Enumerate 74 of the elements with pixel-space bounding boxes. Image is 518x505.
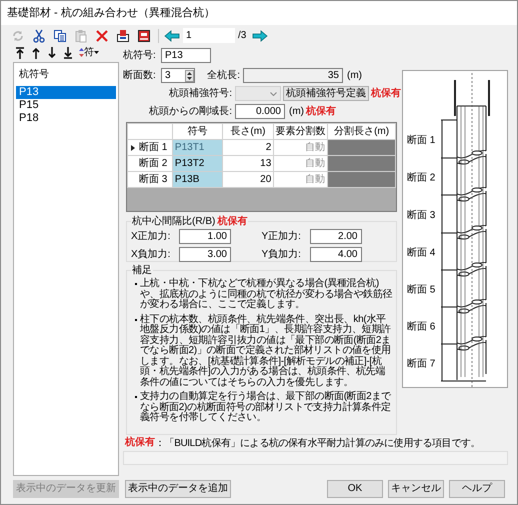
- import-icon[interactable]: [116, 28, 130, 42]
- group-title: 杭中心間隔比(R/B): [132, 214, 216, 229]
- list-header: 杭符号: [18, 68, 50, 82]
- note-text: 支持力の自動算定を行う場合は、最下部の断面(断面2までなら断面2)の杭断面符号の部材リストで支持力計算条件定義符号を付帯してください。: [140, 392, 392, 424]
- column-header: 分割長さ(m): [328, 124, 396, 140]
- copy-icon[interactable]: [53, 28, 67, 42]
- dialog-button[interactable]: 表示中のデータを追加: [125, 480, 231, 498]
- table-cell[interactable]: 20: [222, 172, 274, 188]
- arrow-up-icon[interactable]: [31, 46, 41, 58]
- page-field[interactable]: 1: [183, 28, 235, 43]
- window-title: 基礎部材 - 杭の組み合わせ（異種混合杭）: [7, 6, 215, 21]
- list-item[interactable]: P13: [16, 86, 116, 99]
- dialog-button[interactable]: ヘルプ: [449, 480, 505, 498]
- field-label: 杭頭からの剛域長:: [148, 104, 233, 119]
- input-field[interactable]: P13: [161, 48, 211, 63]
- section-label: 断面 7: [407, 358, 436, 370]
- field-label: Y正加力:: [262, 230, 302, 244]
- sort-icon: [79, 48, 84, 57]
- dialog-button[interactable]: OK: [327, 480, 383, 498]
- move-top-icon[interactable]: [15, 46, 25, 58]
- list-item[interactable]: P15: [16, 99, 116, 112]
- field-label: 全杭長:: [206, 68, 241, 83]
- caret-icon: [94, 50, 99, 54]
- dialog-button[interactable]: キャンセル: [388, 480, 444, 498]
- note-mark: 杭保有: [125, 437, 155, 449]
- input-field[interactable]: 1.00: [179, 229, 231, 244]
- arrow-left-icon[interactable]: [164, 30, 180, 42]
- row-header: 断面 3: [139, 172, 168, 187]
- define-button[interactable]: 杭頭補強符号定義: [283, 86, 369, 101]
- page-total: /3: [238, 29, 246, 43]
- section-label: 断面 4: [407, 248, 436, 258]
- note-mark: 杭保有: [217, 216, 248, 228]
- note-text: 柱下の杭本数、杭頭条件、杭先端条件、突出長、kh(水平地盤反力係数)の値は「断面1」、長期許容支持力、短期許容支持力、短期許容引抜力の値は「最下部の断面(断面2までなら断面2)」の断面で定義された部材リストの値を使用します。なお、[杭基礎計算条件]-[解析モデルの補正]-[杭頭・杭先端条件]の入力がある場合は、杭頭条件、杭先端条件の値についてはそちらの入力を優先します。: [140, 314, 392, 388]
- note-mark: 杭保有: [371, 88, 401, 100]
- table-cell[interactable]: P13B: [172, 172, 222, 188]
- table-cell[interactable]: P13T1: [172, 140, 222, 156]
- table-cell[interactable]: P13T2: [172, 156, 222, 172]
- field-label: 杭頭補強符号:: [168, 86, 233, 101]
- delete-icon[interactable]: [95, 28, 109, 42]
- input-field[interactable]: 4.00: [310, 247, 362, 262]
- unit-label: (m): [347, 69, 362, 83]
- readonly-field[interactable]: 35: [243, 68, 343, 83]
- section-label: 断面 3: [407, 210, 436, 221]
- arrow-right-icon[interactable]: [252, 30, 268, 42]
- section-label: 断面 1: [407, 135, 436, 146]
- spin-arrows-icon[interactable]: [185, 70, 194, 82]
- sort-button[interactable]: 符: [79, 48, 99, 58]
- section-label: 断面 6: [407, 322, 436, 332]
- field-label: 杭符号:: [123, 48, 157, 63]
- row-header: 断面 1: [139, 140, 168, 155]
- move-bottom-icon[interactable]: [63, 46, 73, 58]
- chevron-down-icon: [270, 92, 277, 96]
- section-label: 断面 5: [407, 284, 436, 296]
- field-label: X正加力:: [131, 230, 172, 244]
- input-field[interactable]: 2.00: [310, 229, 362, 244]
- row-header: 断面 2: [139, 156, 168, 171]
- table-cell[interactable]: 2: [222, 140, 274, 156]
- note-mark: 杭保有: [306, 106, 336, 118]
- table-cell[interactable]: 13: [222, 156, 274, 172]
- export-icon[interactable]: [137, 28, 151, 42]
- input-field[interactable]: 3.00: [179, 247, 231, 262]
- spin-field[interactable]: 3: [161, 68, 195, 83]
- scissors-icon[interactable]: [32, 28, 46, 42]
- list-item[interactable]: P18: [16, 112, 116, 125]
- field-label: 断面数:: [123, 68, 157, 83]
- field-label: Y負加力:: [262, 248, 302, 262]
- legend-text: ：「BUILD杭保有」による杭の保有水平耐力計算のみに使用する項目です。: [155, 436, 480, 450]
- field-label: X負加力:: [131, 248, 172, 262]
- note-text: 上杭・中杭・下杭などで杭種が異なる場合(異種混合杭)や、拡底杭のように同種の杭で杭径が変わる場合や鉄筋径が変わる場合に、ここで定義します。: [140, 279, 393, 310]
- arrow-down-icon[interactable]: [47, 46, 57, 58]
- input-field[interactable]: 0.000: [235, 104, 285, 119]
- group-title: 補足: [132, 265, 152, 276]
- section-label: 断面 2: [407, 172, 436, 184]
- unit-label: (m): [289, 105, 304, 119]
